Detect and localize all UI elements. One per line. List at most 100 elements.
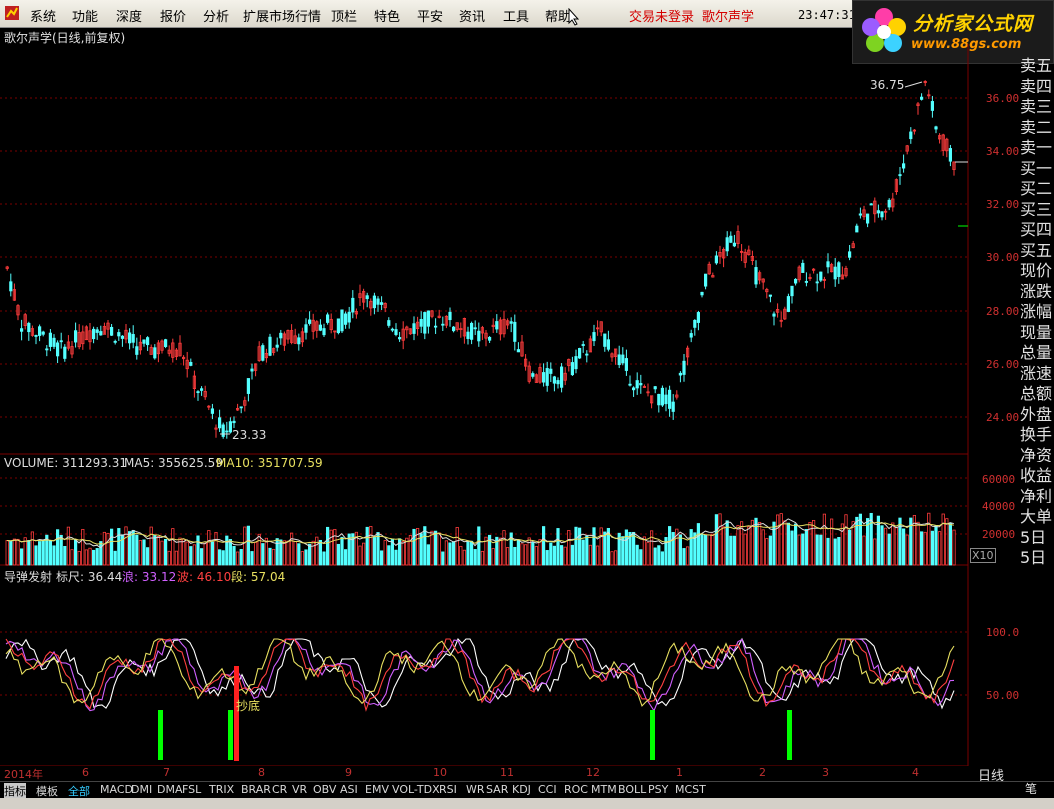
volume-bar [560, 545, 564, 566]
tab-macd[interactable]: MACD [100, 783, 133, 796]
volume-bar [19, 548, 24, 566]
tab-cci[interactable]: CCI [538, 783, 557, 796]
menu-info[interactable]: 资讯 [459, 6, 485, 25]
volume-bar [920, 531, 924, 566]
high-price-label: 36.75 [870, 78, 905, 92]
indicator-bo: 波: 46.10 [177, 570, 232, 584]
candle [117, 332, 121, 337]
volume-bar [498, 537, 503, 566]
candle [552, 376, 557, 384]
candle [549, 368, 553, 374]
candle [469, 322, 474, 340]
volume-bar [77, 550, 81, 566]
volume-bar [448, 542, 452, 566]
tab-mcst[interactable]: MCST [675, 783, 706, 796]
candle [902, 163, 906, 169]
tab-vol-tdx[interactable]: VOL-TDX [392, 783, 440, 796]
volume-bar [700, 533, 704, 566]
tab-wr[interactable]: WR [466, 783, 485, 796]
indicator-tick: 100.0 [986, 626, 1020, 639]
tab-psy[interactable]: PSY [648, 783, 668, 796]
tab-dma[interactable]: DMA [157, 783, 183, 796]
tab-模板[interactable]: 模板 [36, 783, 58, 799]
tab-kdj[interactable]: KDJ [512, 783, 531, 796]
volume-bar [315, 536, 319, 566]
tab-指标[interactable]: 指标 [4, 783, 26, 799]
tab-trix[interactable]: TRIX [209, 783, 234, 796]
volume-bar [581, 539, 585, 566]
menu-pingan[interactable]: 平安 [417, 6, 443, 25]
volume-bar [610, 551, 614, 566]
candle [419, 318, 423, 327]
volume-bar [545, 550, 549, 566]
volume-bar [556, 528, 560, 566]
menu-ext-market[interactable]: 扩展市场行情 [243, 6, 321, 25]
volume-bar [149, 526, 153, 566]
tab-sar[interactable]: SAR [486, 783, 508, 796]
tab-dmi[interactable]: DMI [131, 783, 152, 796]
candle [307, 319, 312, 324]
date-tick: 2014年 [4, 768, 43, 781]
candle [74, 330, 78, 343]
tab-obv[interactable]: OBV [313, 783, 336, 796]
login-status[interactable]: 交易未登录 [629, 6, 694, 25]
candle [387, 320, 391, 326]
tab-rsi[interactable]: RSI [439, 783, 457, 796]
volume-bar [160, 540, 164, 566]
signal-bar [228, 710, 233, 760]
volume-bar [235, 551, 240, 566]
candle [365, 295, 369, 300]
volume-bar [12, 538, 16, 566]
menu-topbar[interactable]: 顶栏 [331, 6, 357, 25]
volume-bar [451, 541, 456, 566]
candle [624, 358, 629, 371]
volume-bar [585, 535, 589, 566]
menu-function[interactable]: 功能 [72, 6, 98, 25]
tab-boll[interactable]: BOLL [618, 783, 646, 796]
menu-tools[interactable]: 工具 [503, 6, 529, 25]
menu-special[interactable]: 特色 [374, 6, 400, 25]
quote-row-label: 净资 [1020, 445, 1053, 463]
candle [466, 331, 470, 339]
tab-vr[interactable]: VR [292, 783, 307, 796]
candle [570, 362, 575, 376]
tab-roc[interactable]: ROC [564, 783, 588, 796]
volume-bar [433, 530, 438, 566]
candle [99, 331, 103, 336]
tab-mtm[interactable]: MTM [591, 783, 617, 796]
tab-emv[interactable]: EMV [365, 783, 389, 796]
candle [876, 210, 881, 214]
candle [801, 262, 805, 273]
candle [585, 353, 589, 356]
tab-brar[interactable]: BRAR [241, 783, 271, 796]
user-name: 歌尔声学 [702, 10, 755, 25]
tab-cr[interactable]: CR [272, 783, 287, 796]
volume-bar [707, 534, 711, 566]
volume-bar [243, 526, 247, 566]
volume-bar [711, 533, 715, 566]
menu-quote[interactable]: 报价 [160, 6, 186, 25]
volume-bar [930, 530, 935, 566]
candle [304, 324, 308, 333]
candle [887, 199, 891, 208]
volume-bar [477, 526, 481, 566]
menu-analysis[interactable]: 分析 [203, 6, 229, 25]
corner-button[interactable]: 笔 [1025, 780, 1037, 797]
volume-bar [56, 529, 60, 566]
menu-depth[interactable]: 深度 [116, 6, 142, 25]
tab-asi[interactable]: ASI [340, 783, 358, 796]
app-icon[interactable] [4, 5, 20, 21]
tab-fsl[interactable]: FSL [182, 783, 201, 796]
quote-panel: 卖五 卖四 卖三 卖二 卖一 买一 买二 买三 买四 买五 现价 涨跌 涨幅 现量 总量 涨速 总额 外盘 换手 净资… [1020, 52, 1054, 565]
volume-bar [923, 531, 927, 566]
candle [621, 354, 625, 364]
volume-bar [333, 529, 337, 566]
candle [351, 297, 355, 313]
volume-bar [138, 540, 142, 566]
tab-全部[interactable]: 全部 [68, 783, 90, 799]
chart-area[interactable] [0, 44, 1020, 766]
candle [63, 346, 67, 359]
volume-bar [459, 545, 463, 566]
candle [250, 368, 254, 372]
menu-system[interactable]: 系统 [30, 6, 56, 25]
